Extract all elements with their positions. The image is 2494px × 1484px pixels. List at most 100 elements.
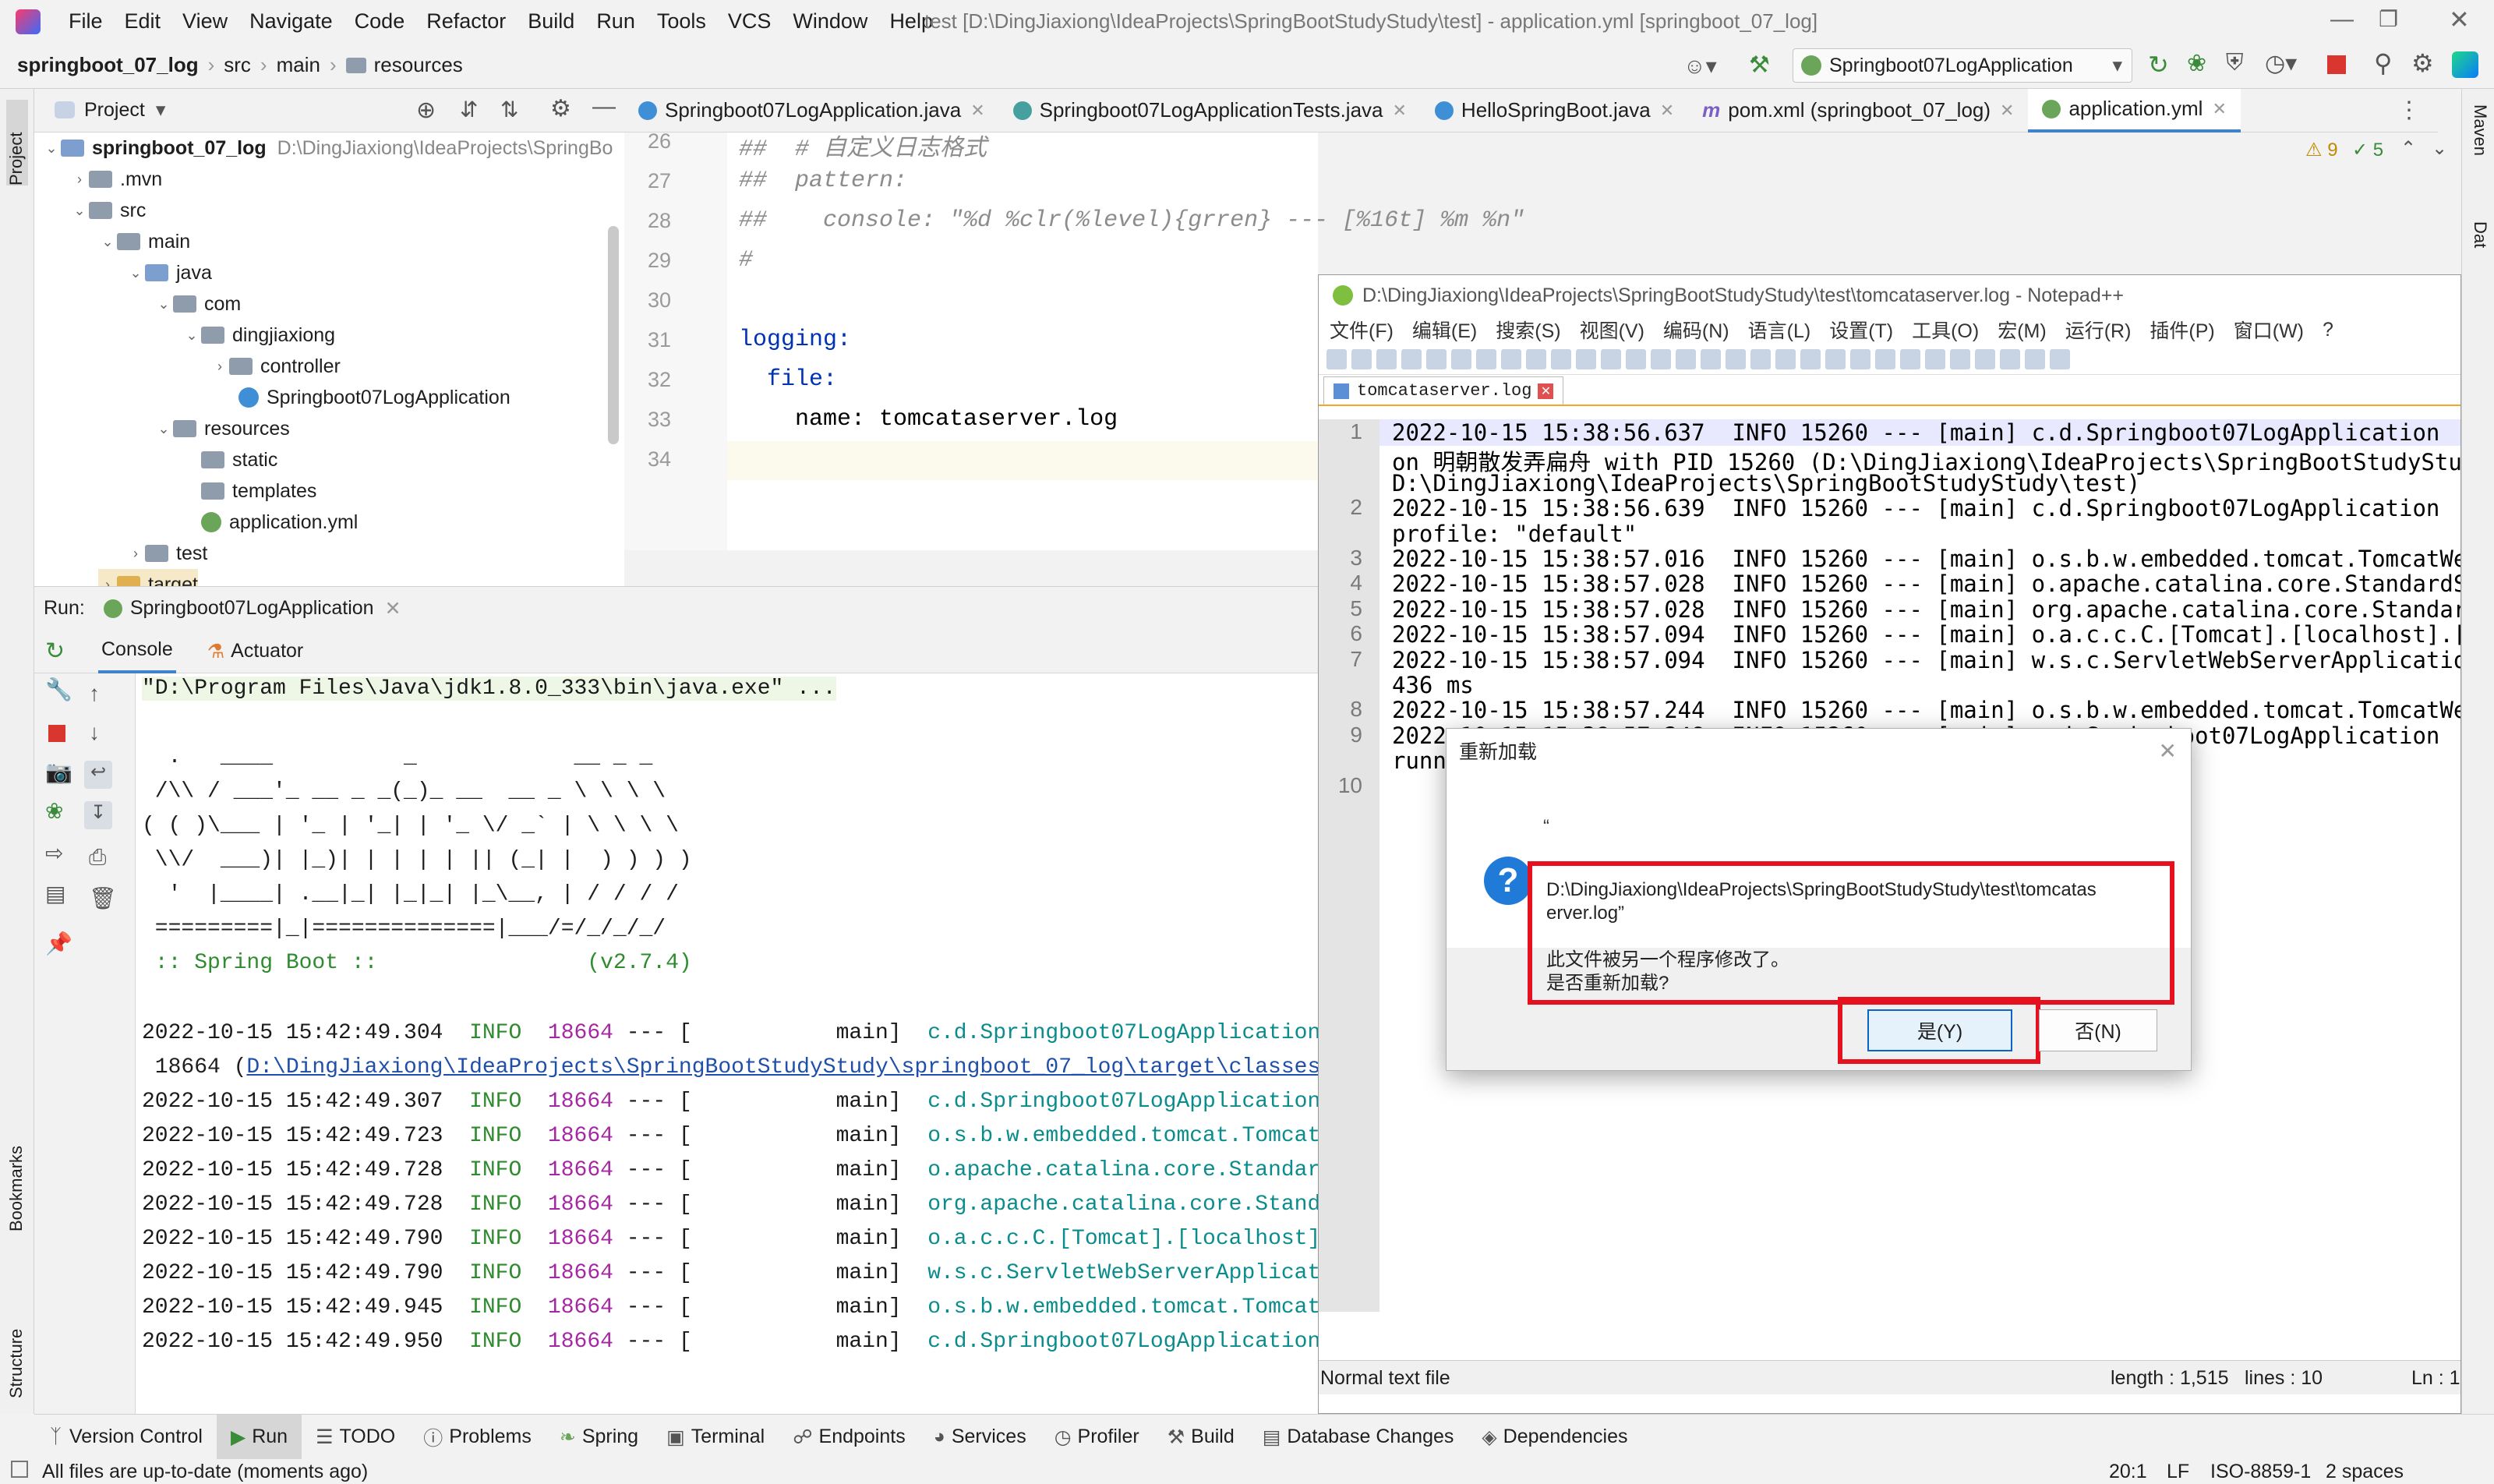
tab-profiler[interactable]: ◷ Profiler (1040, 1415, 1153, 1460)
soft-wrap-icon[interactable]: ↩ (84, 761, 112, 789)
close-icon[interactable]: ✕ (2212, 99, 2226, 119)
menu-file[interactable]: File (69, 9, 103, 34)
tab-build[interactable]: ⚒ Build (1153, 1415, 1249, 1460)
debug-bug-icon[interactable]: ❀ (45, 798, 63, 824)
tab-services[interactable]: ◕ Services (920, 1415, 1040, 1460)
profile-icon[interactable]: ◷▾ (2265, 50, 2297, 77)
next-highlight-icon[interactable]: ⌄ (2432, 137, 2447, 160)
tab-dependencies[interactable]: ◈ Dependencies (1468, 1415, 1641, 1460)
gear-icon[interactable]: ⚙ (2411, 48, 2434, 78)
sync-h-icon[interactable] (1726, 348, 1746, 369)
new-file-icon[interactable] (1326, 348, 1347, 369)
menu-edit[interactable]: Edit (125, 9, 161, 34)
tab-database-changes[interactable]: ▤ Database Changes (1249, 1415, 1468, 1460)
tab-version-control[interactable]: ᛉ Version Control (34, 1415, 217, 1460)
tree-node-application-yml[interactable]: application.yml (201, 507, 358, 538)
structure-tool-button[interactable]: Structure (6, 1289, 28, 1398)
tree-node-mvn[interactable]: › .mvn (70, 164, 162, 195)
menu-tools[interactable]: Tools (657, 9, 706, 34)
locate-icon[interactable]: ⊕ (416, 97, 436, 124)
build-hammer-icon[interactable]: ⚒ (1749, 51, 1770, 79)
stop-icon[interactable] (48, 725, 65, 742)
replace-icon[interactable] (1626, 348, 1646, 369)
tree-node-src[interactable]: ⌄ src (70, 195, 146, 226)
stop-icon[interactable] (2327, 55, 2346, 74)
npp-menu-search[interactable]: 搜索(S) (1496, 316, 1560, 344)
scroll-up-icon[interactable]: ↑ (89, 681, 100, 706)
open-file-icon[interactable] (1351, 348, 1372, 369)
rerun-icon[interactable]: ↻ (2148, 50, 2169, 80)
camera-icon[interactable]: 📷 (45, 759, 72, 785)
toolbox-icon[interactable] (2452, 51, 2478, 78)
dialog-close-icon[interactable]: ✕ (2159, 738, 2177, 764)
paste-icon[interactable] (1526, 348, 1546, 369)
minimize-icon[interactable]: — (2330, 6, 2354, 33)
close-icon[interactable]: ✕ (2000, 101, 2014, 121)
save-macro-icon[interactable] (2050, 348, 2070, 369)
function-list-icon[interactable] (1875, 348, 1895, 369)
close-icon[interactable]: ✕ (970, 101, 984, 121)
tab-terminal[interactable]: ▣ Terminal (652, 1415, 779, 1460)
collapse-all-icon[interactable]: ⇅ (500, 97, 518, 122)
zoom-out-icon[interactable] (1676, 348, 1696, 369)
hide-panel-icon[interactable]: — (592, 94, 616, 120)
npp-menu-settings[interactable]: 设置(T) (1829, 316, 1893, 344)
udl-icon[interactable] (1825, 348, 1846, 369)
tree-node-com[interactable]: ⌄ com (154, 288, 241, 320)
save-all-icon[interactable] (1401, 348, 1422, 369)
menu-refactor[interactable]: Refactor (426, 9, 506, 34)
line-separator[interactable]: LF (2167, 1461, 2189, 1483)
npp-menu-help[interactable]: ? (2323, 319, 2333, 341)
close-file-icon[interactable] (1426, 348, 1447, 369)
status-checkbox-icon[interactable] (11, 1461, 28, 1478)
show-all-chars-icon[interactable] (1775, 348, 1796, 369)
database-tool-button[interactable]: Dat (2467, 221, 2490, 284)
word-wrap-icon[interactable] (1750, 348, 1771, 369)
menu-build[interactable]: Build (528, 9, 574, 34)
cursor-position[interactable]: 20:1 (2109, 1461, 2147, 1483)
scroll-to-end-icon[interactable]: ↧ (84, 801, 112, 829)
npp-menu-macro[interactable]: 宏(M) (1998, 316, 2046, 344)
tree-node-app-class[interactable]: Springboot07LogApplication (238, 382, 510, 413)
npp-menu-run[interactable]: 运行(R) (2065, 316, 2132, 344)
menu-window[interactable]: Window (793, 9, 867, 34)
breadcrumb-project[interactable]: springboot_07_log (17, 53, 199, 77)
stop-macro-icon[interactable] (1975, 348, 1995, 369)
check-icon[interactable]: ✓ 5 (2352, 139, 2383, 161)
close-window-icon[interactable]: ✕ (2449, 5, 2470, 34)
console-output[interactable]: "D:\Program Files\Java\jdk1.8.0_333\bin\… (136, 673, 1318, 1414)
indent-setting[interactable]: 2 spaces (2326, 1461, 2404, 1483)
yes-button[interactable]: 是(Y) (1867, 1009, 2012, 1051)
menu-navigate[interactable]: Navigate (249, 9, 333, 34)
print-icon[interactable] (1451, 348, 1471, 369)
menu-code[interactable]: Code (355, 9, 405, 34)
code-editor[interactable] (624, 132, 1318, 550)
save-icon[interactable] (1376, 348, 1397, 369)
npp-menu-file[interactable]: 文件(F) (1330, 316, 1394, 344)
project-tool-button[interactable]: Project (6, 100, 28, 186)
trash-icon[interactable]: 🗑 (89, 885, 117, 911)
breadcrumb-src[interactable]: src (224, 53, 251, 77)
wrench-icon[interactable]: 🔧 (45, 677, 72, 702)
tab-problems[interactable]: ⓘ Problems (409, 1415, 546, 1460)
settings-gear-icon[interactable]: ⚙ (550, 95, 571, 122)
tab-endpoints[interactable]: ☍ Endpoints (779, 1415, 920, 1460)
npp-tab-tomcataserver-log[interactable]: tomcataserver.log ✕ (1323, 376, 1564, 405)
tab-pom-xml[interactable]: m pom.xml (springboot_07_log) ✕ (1688, 89, 2028, 132)
folder-workspace-icon[interactable] (1900, 348, 1920, 369)
tree-node-controller[interactable]: › controller (210, 351, 341, 382)
tree-node-java[interactable]: ⌄ java (126, 257, 211, 288)
close-icon[interactable]: ✕ (1660, 101, 1674, 121)
zoom-in-icon[interactable] (1651, 348, 1671, 369)
record-macro-icon[interactable] (1950, 348, 1970, 369)
scroll-down-icon[interactable]: ↓ (89, 720, 100, 745)
tab-actuator[interactable]: Actuator (231, 640, 303, 662)
run-tab-label[interactable]: Springboot07LogApplication (130, 597, 374, 620)
rerun-icon[interactable]: ↻ (45, 638, 65, 665)
run-config-selector[interactable]: Springboot07LogApplication ▾ (1793, 48, 2132, 83)
tree-node-static[interactable]: static (201, 444, 277, 475)
tree-node-target[interactable]: › target (98, 569, 198, 586)
search-icon[interactable]: ⚲ (2374, 48, 2392, 78)
breadcrumb-main[interactable]: main (277, 53, 320, 77)
npp-menu-view[interactable]: 视图(V) (1580, 316, 1644, 344)
